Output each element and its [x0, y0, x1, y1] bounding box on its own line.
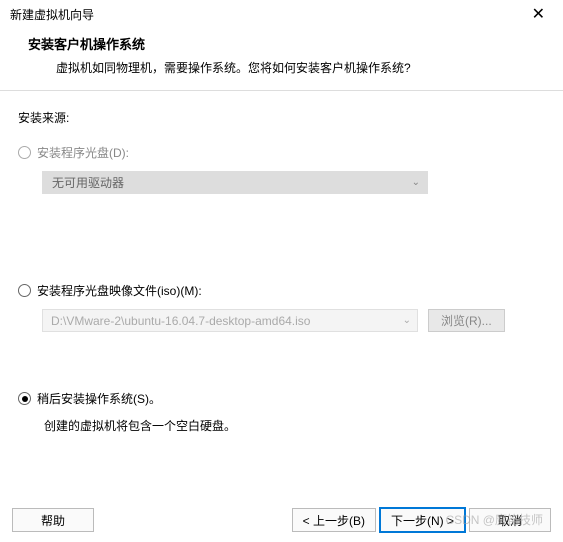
- back-button[interactable]: < 上一步(B): [292, 508, 376, 532]
- chevron-down-icon: ⌄: [403, 315, 411, 326]
- window-title: 新建虚拟机向导: [10, 6, 94, 23]
- radio-iso-label: 安装程序光盘映像文件(iso)(M):: [37, 282, 202, 299]
- iso-path-value: D:\VMware-2\ubuntu-16.04.7-desktop-amd64…: [51, 314, 310, 328]
- wizard-footer: 帮助 < 上一步(B) 下一步(N) > 取消: [0, 508, 563, 532]
- next-button[interactable]: 下一步(N) >: [380, 508, 465, 532]
- help-button[interactable]: 帮助: [12, 508, 94, 532]
- disc-drive-dropdown[interactable]: 无可用驱动器 ⌄: [42, 171, 428, 194]
- option-installer-disc: 安装程序光盘(D): 无可用驱动器 ⌄: [18, 144, 545, 194]
- radio-disc-label: 安装程序光盘(D):: [37, 144, 129, 161]
- header-title: 安装客户机操作系统: [20, 34, 543, 53]
- header-description: 虚拟机如同物理机，需要操作系统。您将如何安装客户机操作系统?: [20, 59, 543, 76]
- disc-dropdown-value: 无可用驱动器: [52, 174, 124, 191]
- radio-disc[interactable]: [18, 146, 31, 159]
- source-label: 安装来源:: [18, 109, 545, 126]
- option-install-later: 稍后安装操作系统(S)。 创建的虚拟机将包含一个空白硬盘。: [18, 390, 545, 434]
- wizard-header: 安装客户机操作系统 虚拟机如同物理机，需要操作系统。您将如何安装客户机操作系统?: [0, 28, 563, 90]
- radio-later-label: 稍后安装操作系统(S)。: [37, 390, 161, 407]
- radio-iso[interactable]: [18, 284, 31, 297]
- cancel-button[interactable]: 取消: [469, 508, 551, 532]
- content-area: 安装来源: 安装程序光盘(D): 无可用驱动器 ⌄ 安装程序光盘映像文件(iso…: [0, 91, 563, 434]
- option-iso-file: 安装程序光盘映像文件(iso)(M): D:\VMware-2\ubuntu-1…: [18, 282, 545, 332]
- title-bar: 新建虚拟机向导 ✕: [0, 0, 563, 28]
- close-icon[interactable]: ✕: [524, 6, 553, 24]
- browse-button[interactable]: 浏览(R)...: [428, 309, 505, 332]
- option-later-description: 创建的虚拟机将包含一个空白硬盘。: [18, 417, 545, 434]
- iso-path-input[interactable]: D:\VMware-2\ubuntu-16.04.7-desktop-amd64…: [42, 309, 418, 332]
- chevron-down-icon: ⌄: [412, 177, 420, 188]
- radio-later[interactable]: [18, 392, 31, 405]
